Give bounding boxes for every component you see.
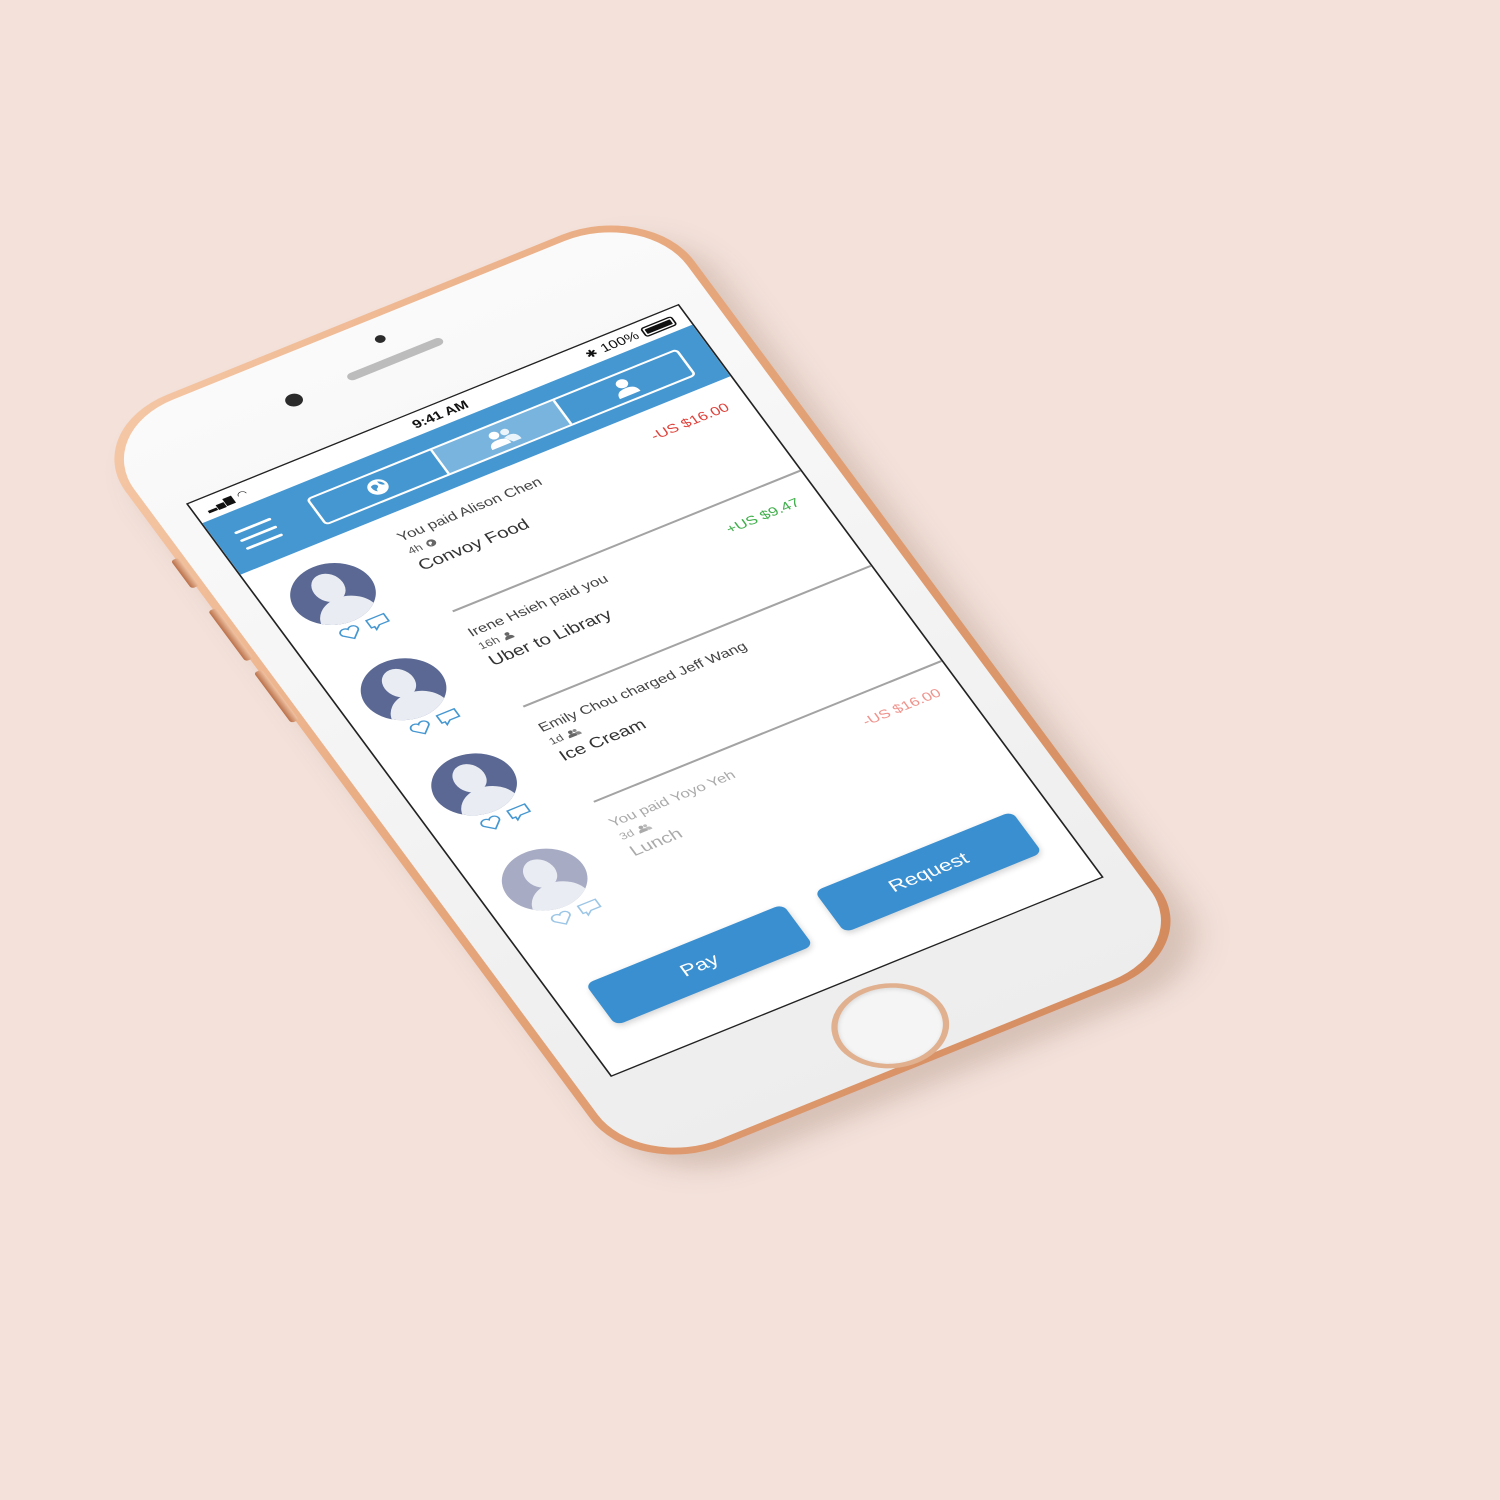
battery-fill bbox=[644, 319, 673, 334]
scene: ▂▄▆ ◠ 9:41 AM ✱ 100% You paid Alison Che… bbox=[0, 0, 1500, 1500]
friends-icon bbox=[638, 824, 653, 834]
globe-icon bbox=[367, 479, 389, 495]
person-icon bbox=[615, 379, 641, 400]
request-button[interactable]: Request bbox=[814, 811, 1043, 933]
friends-icon bbox=[567, 729, 582, 739]
hamburger-icon[interactable] bbox=[233, 516, 284, 551]
phone-mockup: ▂▄▆ ◠ 9:41 AM ✱ 100% You paid Alison Che… bbox=[80, 199, 1231, 1195]
globe-icon bbox=[426, 539, 436, 547]
pay-button[interactable]: Pay bbox=[585, 904, 814, 1026]
friends-icon bbox=[488, 428, 522, 451]
person-icon bbox=[504, 632, 515, 641]
